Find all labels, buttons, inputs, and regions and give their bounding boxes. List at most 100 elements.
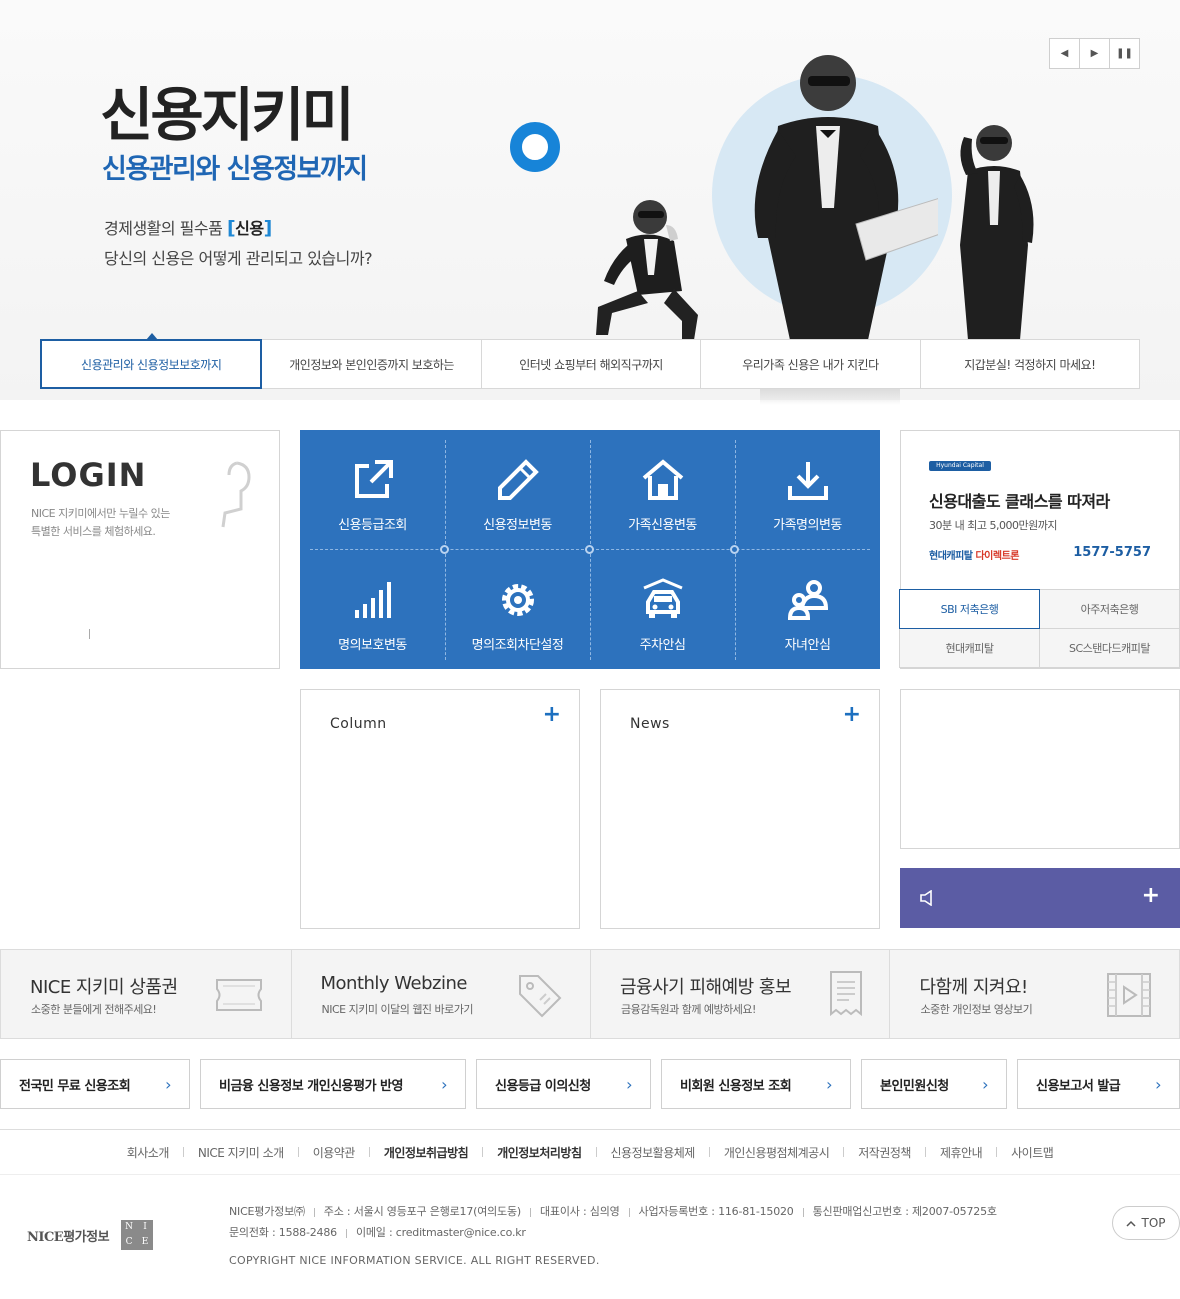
ad-tab-sc[interactable]: SC스탠다드캐피탈 [1039, 628, 1180, 668]
promo-gift-card[interactable]: NICE 지키미 상품권 소중한 분들에게 전해주세요! [1, 950, 291, 1038]
column-more-button[interactable]: + [543, 704, 561, 726]
footer-link-partnership[interactable]: 제휴안내 [926, 1144, 996, 1161]
back-to-top-button[interactable]: TOP [1112, 1206, 1180, 1240]
footer-sales-no: 통신판매업신고번호 : 제2007-05725호 [812, 1205, 997, 1218]
service-parking[interactable]: 주차안심 [590, 578, 735, 653]
quick-link-label: 본인민원신청 [880, 1078, 949, 1094]
login-panel: LOGIN NICE 지키미에서만 누릴수 있는 특별한 서비스를 체험하세요. [0, 430, 280, 669]
hero-line1-prefix: 경제생활의 필수품 [104, 219, 223, 238]
hero-line2: 당신의 신용은 어떻게 관리되고 있습니까? [104, 249, 373, 268]
notice-more-button[interactable]: + [1142, 884, 1160, 908]
tab-personal-info[interactable]: 개인정보와 본인인증까지 보호하는 [261, 340, 480, 388]
chevron-up-icon [1126, 1220, 1137, 1227]
footer-link-about[interactable]: NICE 지키미 소개 [184, 1144, 298, 1161]
service-label: 신용정보변동 [483, 518, 552, 533]
promo-video[interactable]: 다함께 지켜요! 소중한 개인정보 영상보기 [889, 950, 1179, 1038]
ad-tab-hyundai[interactable]: 현대캐피탈 [899, 628, 1040, 668]
chevron-right-icon: › [982, 1074, 988, 1094]
ring-decoration [510, 122, 560, 172]
promo-sub: 소중한 분들에게 전해주세요! [31, 1003, 157, 1016]
promo-webzine[interactable]: Monthly Webzine NICE 지키미 이달의 웹진 바로가기 [290, 950, 590, 1038]
quick-link-report[interactable]: 신용보고서 발급 › [1017, 1059, 1180, 1109]
promo-sub: 금융감독원과 함께 예방하세요! [620, 1003, 756, 1016]
service-dot [585, 545, 594, 554]
service-child[interactable]: 자녀안심 [735, 578, 880, 653]
hero-bracket-close: ] [263, 217, 273, 239]
footer-email: 이메일 : creditmaster@nice.co.kr [355, 1226, 526, 1239]
ad-brand-a: 현대캐피탈 [929, 551, 973, 562]
hyundai-capital-logo: Hyundai Capital [929, 461, 991, 471]
footer-nav: 회사소개 NICE 지키미 소개 이용약관 개인정보취급방침 개인정보처리방침 … [0, 1129, 1180, 1175]
footer-divider [530, 1207, 531, 1217]
service-name-protection[interactable]: 명의보호변동 [300, 578, 445, 653]
ad-tab-aju[interactable]: 아주저축은행 [1039, 589, 1180, 629]
footer-info-line2: 문의전화 : 1588-2486 이메일 : creditmaster@nice.… [229, 1224, 526, 1240]
footer-link-credit-info[interactable]: 신용정보활용체제 [597, 1144, 709, 1161]
pencil-icon [497, 459, 539, 500]
footer-link-privacy-processing[interactable]: 개인정보처리방침 [483, 1144, 595, 1161]
service-credit-change[interactable]: 신용정보변동 [445, 458, 590, 533]
chevron-right-icon: › [441, 1074, 447, 1094]
footer-link-company[interactable]: 회사소개 [113, 1144, 183, 1161]
download-icon [787, 462, 828, 500]
login-desc-line1: NICE 지키미에서만 누릴수 있는 [31, 507, 170, 520]
ad-tab-sbi[interactable]: SBI 저축은행 [899, 589, 1040, 629]
service-label: 자녀안심 [784, 638, 831, 653]
tab-family-credit[interactable]: 우리가족 신용은 내가 지킨다 [700, 340, 919, 388]
footer-divider [345, 1228, 347, 1238]
service-credit-grade[interactable]: 신용등급조회 [300, 458, 445, 533]
footer-link-copyright[interactable]: 저작권정책 [844, 1144, 925, 1161]
service-label: 명의조회차단설정 [471, 638, 564, 653]
footer-logo: NICE평가정보 N I C E [27, 1220, 154, 1250]
footer-phone: 문의전화 : 1588-2486 [229, 1226, 337, 1239]
service-family-name[interactable]: 가족명의변동 [735, 458, 880, 533]
promo-sub: NICE 지키미 이달의 웹진 바로가기 [321, 1003, 474, 1016]
login-separator [89, 629, 90, 639]
footer-link-terms[interactable]: 이용약관 [299, 1144, 369, 1161]
quick-link-nonfinancial[interactable]: 비금융 신용정보 개인신용평가 반영 › [200, 1059, 466, 1109]
slider-next-button[interactable]: ▶ [1079, 38, 1110, 69]
footer-link-privacy-handling[interactable]: 개인정보취급방침 [370, 1144, 482, 1161]
quick-link-civil[interactable]: 본인민원신청 › [861, 1059, 1007, 1109]
quick-link-nonmember[interactable]: 비회원 신용정보 조회 › [661, 1059, 851, 1109]
chevron-right-icon: › [626, 1074, 632, 1094]
footer-divider [313, 1207, 315, 1217]
gear-icon [501, 584, 534, 616]
chevron-right-icon: › [165, 1074, 171, 1094]
service-grid: 신용등급조회 신용정보변동 가족신용변동 가족명의변동 명의보호변동 명의조회차… [300, 430, 880, 669]
footer-biz-no: 사업자등록번호 : 116-81-15020 [638, 1205, 794, 1218]
logo-letter: C [125, 1237, 133, 1247]
hero-line1: 경제생활의 필수품 [신용] [104, 215, 272, 239]
model-right-image [960, 125, 1034, 340]
quick-link-free-credit[interactable]: 전국민 무료 신용조회 › [0, 1059, 190, 1109]
service-label: 가족명의변동 [773, 518, 842, 533]
quick-link-objection[interactable]: 신용등급 이의신청 › [476, 1059, 651, 1109]
keyhole-icon [221, 461, 251, 528]
footer-link-score-disclosure[interactable]: 개인신용평점체계공시 [710, 1144, 843, 1161]
column-board: Column + [300, 689, 580, 929]
quick-link-label: 신용보고서 발급 [1036, 1078, 1121, 1094]
login-desc-line2: 특별한 서비스를 체험하세요. [31, 525, 156, 538]
promo-fraud-prevention[interactable]: 금융사기 피해예방 홍보 금융감독원과 함께 예방하세요! [589, 950, 889, 1038]
model-center-image [754, 55, 938, 340]
tab-shadow [760, 389, 900, 405]
service-dot [440, 545, 449, 554]
tab-lost-wallet[interactable]: 지갑분실! 걱정하지 마세요! [919, 340, 1139, 388]
login-title: LOGIN [30, 456, 147, 494]
slider-prev-button[interactable]: ◀ [1049, 38, 1080, 69]
footer-logo-text: NICE평가정보 [27, 1229, 110, 1245]
footer-link-sitemap[interactable]: 사이트맵 [997, 1144, 1067, 1161]
news-title: News [630, 716, 670, 732]
service-inquiry-block[interactable]: 명의조회차단설정 [445, 578, 590, 653]
ad-title[interactable]: 신용대출도 클래스를 따져라 [929, 488, 1110, 512]
ticket-icon [216, 979, 262, 1011]
service-family-credit[interactable]: 가족신용변동 [590, 458, 735, 533]
news-more-button[interactable]: + [843, 704, 861, 726]
slider-pause-button[interactable]: ❚❚ [1109, 38, 1140, 69]
chevron-right-icon: › [1155, 1074, 1161, 1094]
footer-info-line1: NICE평가정보㈜ 주소 : 서울시 영등포구 은행로17(여의도동) 대표이사 :… [229, 1203, 997, 1219]
tab-online-shopping[interactable]: 인터넷 쇼핑부터 해외직구까지 [480, 340, 700, 388]
tab-credit-management[interactable]: 신용관리와 신용정보보호까지 [40, 333, 263, 389]
service-label: 명의보호변동 [338, 638, 407, 653]
side-banner [900, 689, 1180, 849]
